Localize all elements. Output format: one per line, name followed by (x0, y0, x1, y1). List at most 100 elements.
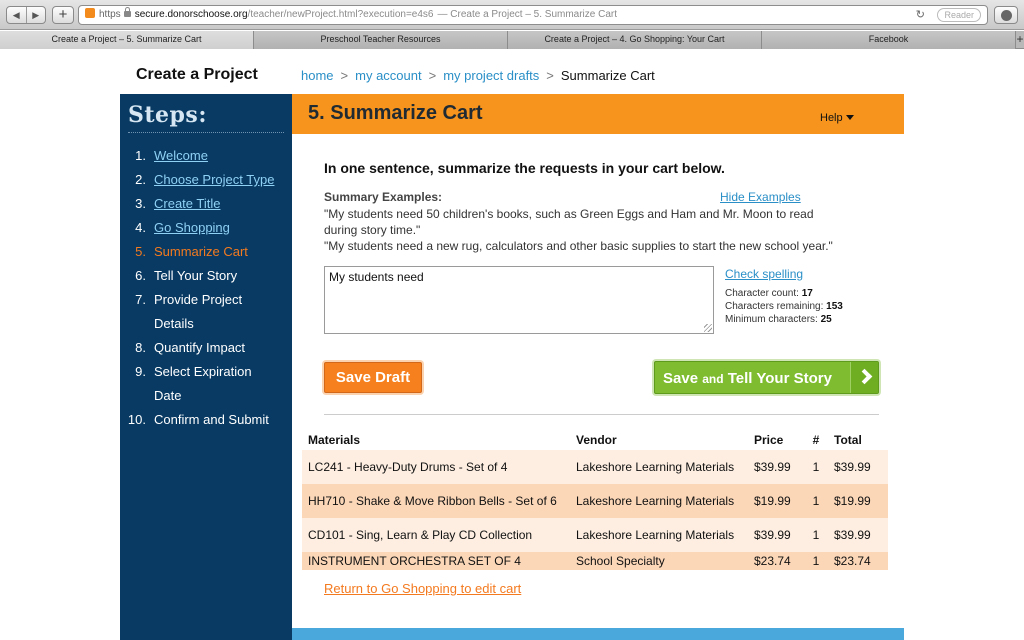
breadcrumb-separator: > (428, 68, 437, 83)
example-line: "My students need 50 children's books, s… (324, 207, 814, 221)
summary-textarea[interactable]: My students need (324, 266, 714, 334)
download-icon (1000, 10, 1012, 21)
footer-bar (292, 628, 904, 640)
step-label: Quantify Impact (154, 340, 246, 355)
tab-facebook[interactable]: Facebook (762, 31, 1016, 49)
tell-your-story-words: Tell Your Story (727, 370, 832, 387)
step-label: Date (154, 388, 182, 403)
caret-down-icon (845, 115, 854, 120)
back-forward-buttons[interactable]: ◀ ▶ (6, 6, 46, 24)
cell-vendor: Lakeshore Learning Materials (570, 518, 748, 552)
save-draft-button[interactable]: Save Draft (324, 362, 422, 393)
breadcrumb-current: Summarize Cart (560, 68, 655, 83)
example-line: "My students need a new rug, calculators… (324, 239, 833, 253)
minimum-characters: Minimum characters: 25 (725, 314, 832, 325)
breadcrumb-separator: > (340, 68, 349, 83)
cell-price: $19.99 (748, 484, 804, 518)
step-label: Confirm and Submit (154, 412, 269, 427)
url-scheme: https (99, 9, 121, 20)
help-label[interactable]: Help (820, 112, 843, 124)
reader-button[interactable]: Reader (937, 8, 981, 22)
step-label[interactable]: Go Shopping (154, 220, 230, 235)
save-and-tell-story-button[interactable]: Save and Tell Your Story (654, 361, 879, 394)
cell-total: $39.99 (828, 450, 888, 484)
main-panel: 5. Summarize Cart Help In one sentence, … (292, 94, 904, 640)
page-title: Create a Project (136, 66, 258, 83)
step-label[interactable]: Create Title (154, 196, 220, 211)
step-label: Details (154, 316, 194, 331)
help-menu[interactable]: Help (820, 112, 854, 124)
back-arrow-icon[interactable]: ◀ (7, 7, 27, 23)
breadcrumb-my-account[interactable]: my account (355, 68, 421, 83)
breadcrumb-separator: > (546, 68, 554, 83)
section-divider (324, 414, 879, 415)
new-tab-button[interactable]: + (1016, 31, 1024, 48)
address-bar[interactable]: https secure.donorschoose.org/teacher/new… (78, 5, 988, 25)
instruction-text: In one sentence, summarize the requests … (324, 160, 725, 176)
step-label: Provide Project (154, 292, 243, 307)
cell-quantity: 1 (804, 552, 828, 570)
cell-material: HH710 - Shake & Move Ribbon Bells - Set … (302, 484, 570, 518)
tab-create-project-summarize[interactable]: Create a Project – 5. Summarize Cart (0, 31, 254, 49)
check-spelling-link[interactable]: Check spelling (725, 267, 803, 281)
add-bookmark-button[interactable]: + (52, 6, 74, 24)
hide-examples-link[interactable]: Hide Examples (720, 190, 801, 204)
cart-table: Materials Vendor Price # Total LC241 - H… (302, 430, 888, 570)
window-title: — Create a Project – 5. Summarize Cart (437, 9, 618, 20)
cell-quantity: 1 (804, 484, 828, 518)
return-to-shopping-link[interactable]: Return to Go Shopping to edit cart (324, 581, 521, 596)
and-word: and (702, 372, 724, 386)
characters-remaining: Characters remaining: 153 (725, 301, 843, 312)
downloads-button[interactable] (994, 6, 1018, 24)
cell-material: CD101 - Sing, Learn & Play CD Collection (302, 518, 570, 552)
save-and-tell-story-label: Save and Tell Your Story (663, 370, 832, 387)
cell-vendor: School Specialty (570, 552, 748, 570)
tab-create-project-shopping[interactable]: Create a Project – 4. Go Shopping: Your … (508, 31, 762, 49)
example-line: during story time." (324, 223, 421, 237)
steps-title: Steps: (128, 102, 207, 128)
cell-price: $39.99 (748, 518, 804, 552)
cell-quantity: 1 (804, 450, 828, 484)
step-label: Select Expiration (154, 364, 252, 379)
cell-quantity: 1 (804, 518, 828, 552)
tab-bar: Create a Project – 5. Summarize Cart Pre… (0, 31, 1024, 49)
save-word: Save (663, 370, 699, 387)
step-number: 7. (135, 292, 146, 307)
character-count: Character count: 17 (725, 288, 813, 299)
column-header-price: Price (754, 433, 784, 447)
table-row: HH710 - Shake & Move Ribbon Bells - Set … (302, 484, 888, 518)
column-header-quantity: # (812, 433, 820, 447)
breadcrumb: home > my account > my project drafts > Summar… (301, 68, 655, 83)
table-row: LC241 - Heavy-Duty Drums - Set of 4 Lake… (302, 450, 888, 484)
step-number: 1. (135, 148, 146, 163)
resize-handle-icon[interactable] (704, 324, 712, 332)
column-header-materials: Materials (308, 433, 361, 447)
step-label: Tell Your Story (154, 268, 238, 283)
reload-icon[interactable]: ↻ (916, 6, 925, 24)
examples-label: Summary Examples: (324, 190, 443, 204)
cell-vendor: Lakeshore Learning Materials (570, 484, 748, 518)
cell-total: $39.99 (828, 518, 888, 552)
cell-vendor: Lakeshore Learning Materials (570, 450, 748, 484)
step-label[interactable]: Choose Project Type (154, 172, 274, 187)
cell-total: $19.99 (828, 484, 888, 518)
step-label: Summarize Cart (154, 244, 248, 259)
breadcrumb-home[interactable]: home (301, 68, 334, 83)
column-header-vendor: Vendor (576, 433, 617, 447)
chevron-right-icon (850, 362, 878, 393)
url-path: /teacher/newProject.html?execution=e4s6 (247, 9, 434, 20)
section-title: 5. Summarize Cart (308, 102, 483, 124)
step-label[interactable]: Welcome (154, 148, 208, 163)
site-favicon-icon (85, 8, 95, 18)
minimum-characters-label: Minimum characters: (725, 314, 818, 325)
breadcrumb-my-project-drafts[interactable]: my project drafts (443, 68, 539, 83)
characters-remaining-value: 153 (826, 301, 843, 312)
step-number: 10. (127, 412, 146, 427)
forward-arrow-icon[interactable]: ▶ (27, 7, 46, 23)
table-row: INSTRUMENT ORCHESTRA SET OF 4 School Spe… (302, 552, 888, 570)
characters-remaining-label: Characters remaining: (725, 301, 824, 312)
cell-material: LC241 - Heavy-Duty Drums - Set of 4 (302, 450, 570, 484)
cart-header-row: Materials Vendor Price # Total (302, 430, 888, 450)
lock-icon (123, 7, 131, 17)
tab-preschool-resources[interactable]: Preschool Teacher Resources (254, 31, 508, 49)
